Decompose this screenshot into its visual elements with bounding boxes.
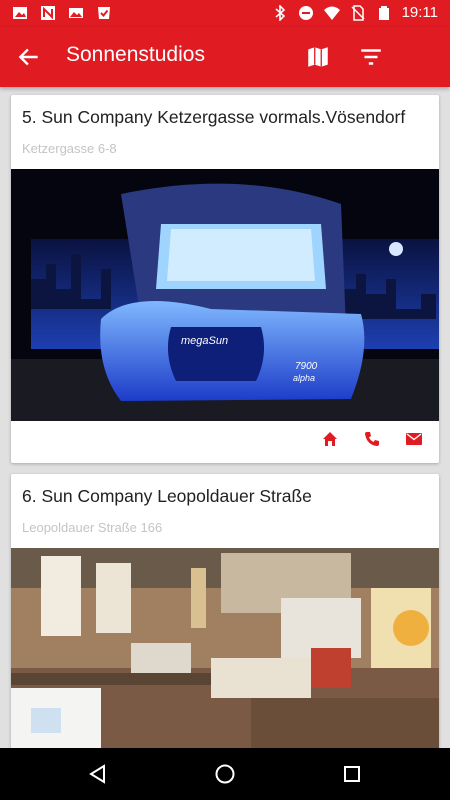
studio-photo: megaSun 7900 alpha (11, 169, 439, 421)
studio-name: 6. Sun Company Leopoldauer Straße (22, 486, 312, 506)
studio-actions (321, 430, 423, 448)
battery-icon (378, 5, 389, 20)
app-bar: Sonnenstudios (0, 27, 450, 87)
do-not-disturb-icon (298, 5, 313, 20)
navigation-bar (0, 748, 450, 800)
studio-list[interactable]: 5. Sun Company Ketzergasse vormals.Vösen… (0, 87, 450, 748)
photo-model-text: 7900 (295, 361, 318, 372)
photo-icon (69, 8, 83, 18)
download-check-icon (98, 7, 110, 19)
recents-square-icon[interactable] (341, 763, 363, 785)
studio-address: Ketzergasse 6-8 (22, 141, 117, 156)
page-title: Sonnenstudios (66, 43, 205, 66)
wifi-icon (323, 6, 340, 20)
filter-icon[interactable] (358, 44, 384, 70)
studio-card[interactable]: 5. Sun Company Ketzergasse vormals.Vösen… (11, 95, 439, 463)
bluetooth-icon (275, 4, 285, 21)
arrow-back-icon[interactable] (16, 44, 42, 70)
home-circle-icon[interactable] (214, 763, 236, 785)
studio-name: 5. Sun Company Ketzergasse vormals.Vösen… (22, 107, 406, 127)
n-app-icon (41, 6, 55, 20)
photo-brand-text: megaSun (181, 335, 228, 347)
no-sim-icon (351, 4, 365, 21)
status-bar: 19:11 (0, 0, 450, 27)
status-time: 19:11 (401, 4, 438, 21)
photo-model-variant-text: alpha (293, 373, 315, 383)
back-triangle-icon[interactable] (87, 763, 109, 785)
phone-icon[interactable] (363, 430, 381, 448)
mail-icon[interactable] (405, 430, 423, 448)
image-icon (13, 7, 27, 19)
studio-card[interactable]: 6. Sun Company Leopoldauer Straße Leopol… (11, 474, 439, 748)
studio-photo (11, 548, 439, 748)
home-icon[interactable] (321, 430, 339, 448)
map-icon[interactable] (305, 44, 331, 70)
studio-address: Leopoldauer Straße 166 (22, 520, 163, 535)
